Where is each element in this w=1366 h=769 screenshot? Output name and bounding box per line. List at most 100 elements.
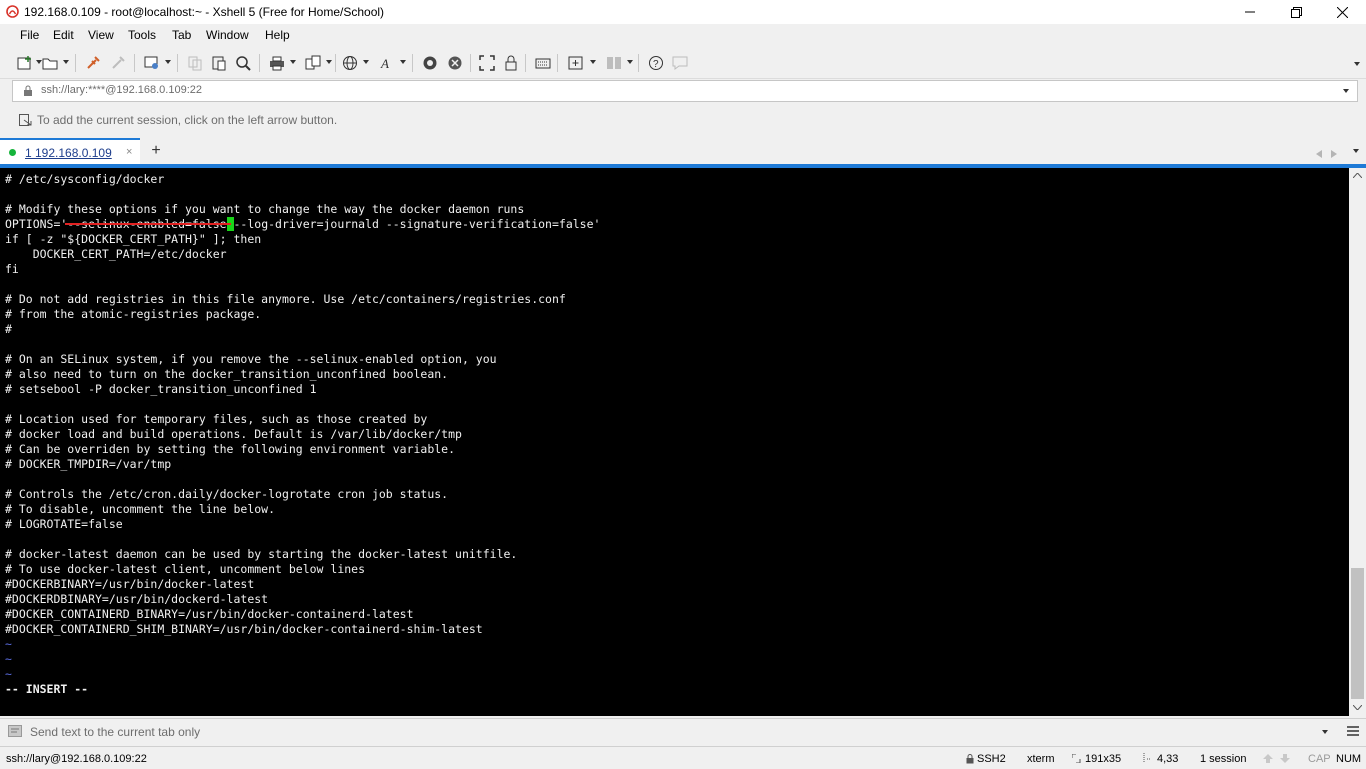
address-bar[interactable]: ssh://lary:****@192.168.0.109:22 — [12, 80, 1358, 102]
scroll-up-icon[interactable] — [1353, 173, 1362, 178]
dropdown-arrow-icon[interactable] — [165, 60, 171, 64]
layout-button[interactable] — [605, 54, 623, 72]
terminal-line: # Do not add registries in this file any… — [5, 292, 566, 306]
menu-view[interactable]: View — [88, 28, 114, 42]
xftp-button[interactable] — [421, 54, 439, 72]
tab-strip — [0, 138, 1366, 164]
empty-buffer-line: ~ — [5, 667, 12, 681]
lock-icon — [505, 55, 517, 71]
menu-tools[interactable]: Tools — [128, 28, 156, 42]
add-window-icon — [568, 56, 583, 70]
address-dropdown-icon[interactable] — [1343, 89, 1349, 93]
dropdown-arrow-icon[interactable] — [627, 60, 633, 64]
disconnect-button[interactable] — [109, 54, 127, 72]
session-next-arrow-icon[interactable] — [1280, 754, 1290, 763]
session-hint-text: To add the current session, click on the… — [37, 113, 338, 127]
find-button[interactable] — [234, 54, 252, 72]
font-icon: A — [380, 56, 389, 71]
encoding-button[interactable] — [341, 54, 359, 72]
add-tab-button[interactable]: + — [145, 140, 167, 162]
toolbar-overflow-arrow-icon[interactable] — [1354, 62, 1360, 66]
terminal-line: # Controls the /etc/cron.daily/docker-lo… — [5, 487, 449, 501]
help-icon: ? — [649, 56, 663, 70]
dropdown-arrow-icon[interactable] — [590, 60, 596, 64]
dropdown-arrow-icon[interactable] — [326, 60, 332, 64]
status-terminal-type: xterm — [1027, 753, 1055, 765]
new-tab-options-button[interactable] — [143, 54, 161, 72]
keyboard-button[interactable] — [534, 54, 552, 72]
terminal-line: #DOCKER_CONTAINERD_BINARY=/usr/bin/docke… — [5, 607, 414, 621]
padlock-icon — [24, 85, 32, 96]
copy-button[interactable] — [186, 54, 204, 72]
help-button[interactable]: ? — [647, 54, 665, 72]
close-button[interactable] — [1319, 0, 1365, 24]
new-session-icon — [17, 56, 31, 70]
fullscreen-button[interactable] — [478, 54, 496, 72]
menu-window[interactable]: Window — [206, 28, 249, 42]
chat-button[interactable] — [671, 54, 689, 72]
terminal-line: #DOCKERDBINARY=/usr/bin/dockerd-latest — [5, 592, 269, 606]
lock-button[interactable] — [502, 54, 520, 72]
vim-mode-indicator: -- INSERT -- — [5, 682, 89, 696]
menu-help[interactable]: Help — [265, 28, 290, 42]
scrollbar-thumb[interactable] — [1351, 568, 1364, 699]
status-size: 191x35 — [1085, 753, 1122, 765]
terminal-line: # docker load and build operations. Defa… — [5, 427, 462, 441]
paste-icon — [212, 56, 226, 71]
tab-list-dropdown-icon[interactable] — [1353, 149, 1359, 153]
new-session-button[interactable] — [16, 54, 34, 72]
chat-bubble-icon — [672, 56, 688, 70]
open-button[interactable] — [41, 54, 59, 72]
resize-icon — [1072, 754, 1081, 763]
terminal-area[interactable]: # /etc/sysconfig/docker # Modify these o… — [0, 168, 1349, 716]
terminal-line: # To disable, uncomment the line below. — [5, 502, 276, 516]
terminal-line: # — [5, 322, 12, 336]
dropdown-arrow-icon[interactable] — [290, 60, 296, 64]
toolbar-separator — [470, 54, 471, 72]
send-text-input[interactable]: Send text to the current tab only — [30, 725, 200, 739]
terminal-line: # docker-latest daemon can be used by st… — [5, 547, 518, 561]
menu-edit[interactable]: Edit — [53, 28, 74, 42]
scroll-down-icon[interactable] — [1353, 705, 1362, 710]
menu-tab[interactable]: Tab — [172, 28, 191, 42]
menu-lines-icon[interactable] — [1347, 726, 1359, 736]
tab-scroll-left-icon[interactable] — [1316, 147, 1322, 161]
session-prev-arrow-icon[interactable] — [1263, 754, 1273, 763]
transfer-button[interactable] — [304, 54, 322, 72]
dropdown-arrow-icon[interactable] — [400, 60, 406, 64]
send-target-dropdown-icon[interactable] — [1322, 730, 1328, 734]
font-button[interactable]: A — [378, 54, 396, 72]
menu-file[interactable]: File — [20, 28, 39, 42]
terminal-line: # /etc/sysconfig/docker — [5, 172, 165, 186]
status-caps-lock: CAP — [1308, 753, 1331, 765]
reconnect-button[interactable] — [84, 54, 102, 72]
dropdown-arrow-icon[interactable] — [363, 60, 369, 64]
xmanager-button[interactable] — [446, 54, 464, 72]
status-lock-icon — [966, 754, 974, 764]
tab-session-1[interactable]: 1 192.168.0.109 × — [0, 138, 140, 164]
minimize-button[interactable] — [1227, 0, 1273, 24]
add-session-button[interactable] — [567, 54, 585, 72]
tab-scroll-right-icon[interactable] — [1331, 147, 1337, 161]
empty-buffer-line: ~ — [5, 637, 12, 651]
paste-button[interactable] — [210, 54, 228, 72]
toolbar-separator — [412, 54, 413, 72]
cursor-position-icon — [1143, 753, 1151, 762]
toolbar-separator — [638, 54, 639, 72]
terminal-line: # setsebool -P docker_transition_unconfi… — [5, 382, 317, 396]
toolbar-separator — [75, 54, 76, 72]
add-session-arrow-icon[interactable] — [19, 114, 32, 127]
tab-close-icon[interactable]: × — [126, 146, 132, 158]
terminal-line: fi — [5, 262, 19, 276]
print-button[interactable] — [268, 54, 286, 72]
toolbar-separator — [177, 54, 178, 72]
toolbar-separator — [557, 54, 558, 72]
svg-text:?: ? — [653, 59, 659, 70]
dropdown-arrow-icon[interactable] — [63, 60, 69, 64]
address-value: ssh://lary:****@192.168.0.109:22 — [41, 84, 202, 96]
restore-button[interactable] — [1273, 0, 1319, 24]
folder-icon — [42, 58, 58, 70]
terminal-line: # Modify these options if you want to ch… — [5, 202, 525, 216]
